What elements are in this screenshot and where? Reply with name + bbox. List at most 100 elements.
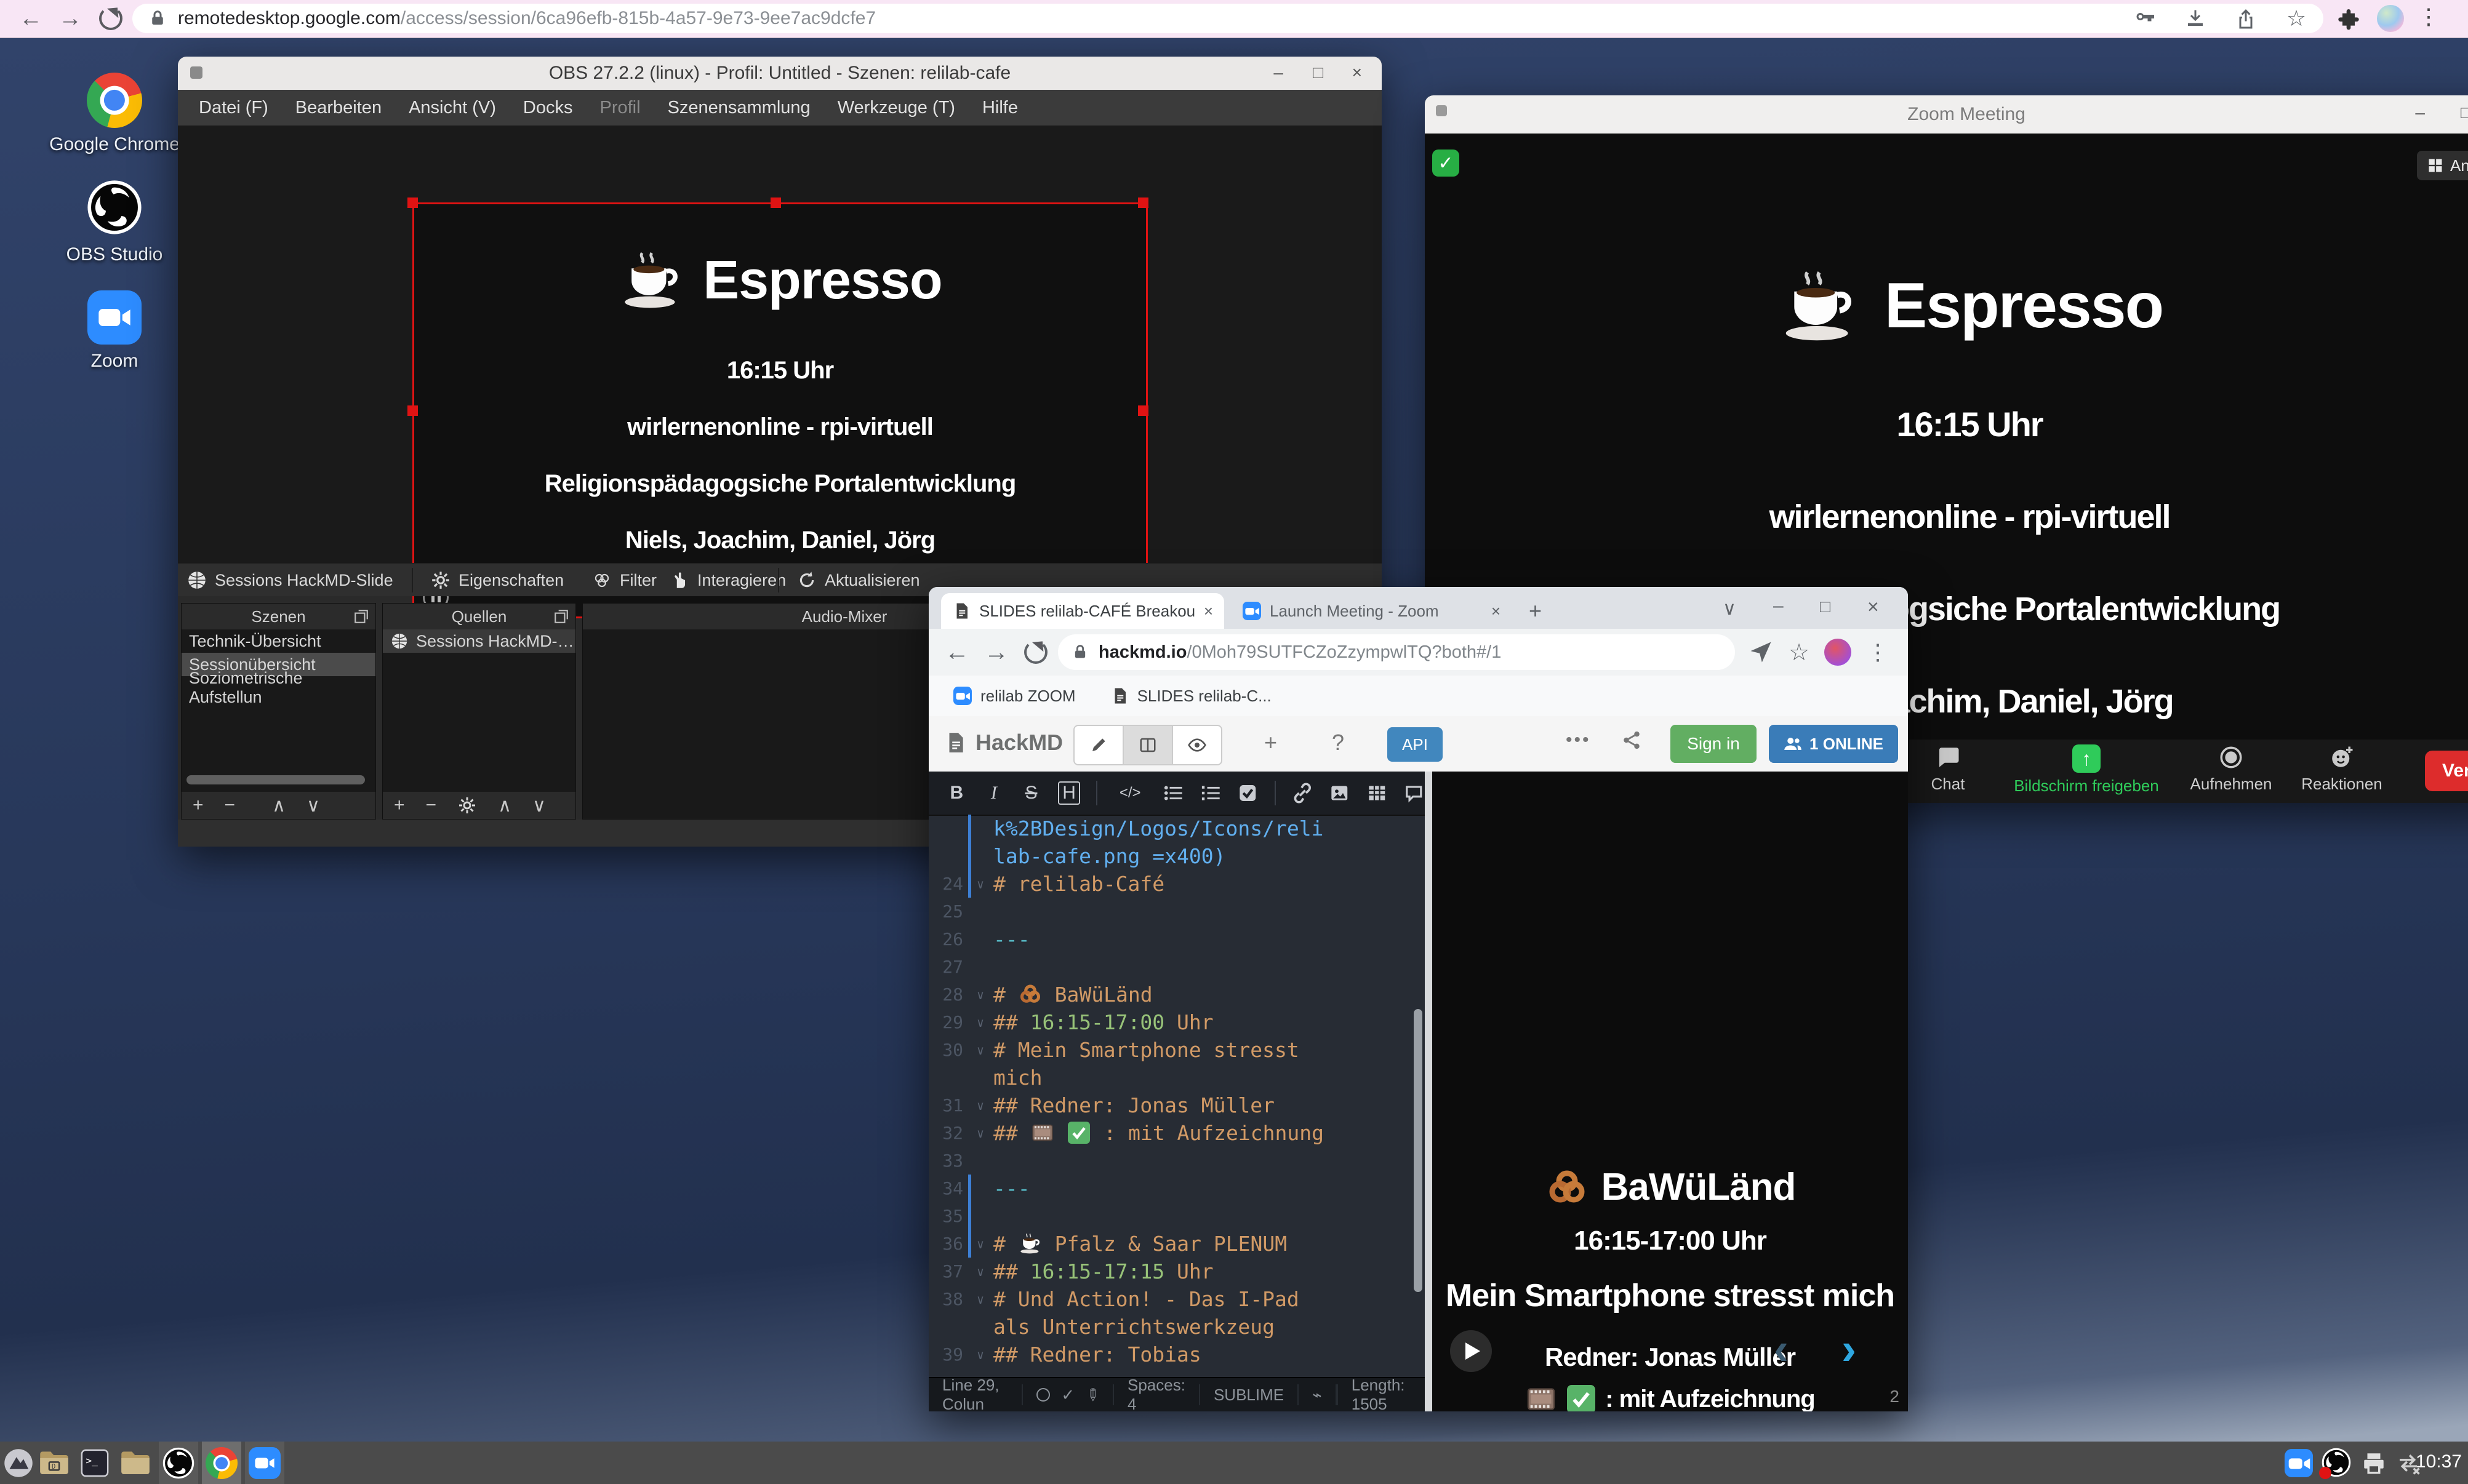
back-icon[interactable]: ← <box>17 5 44 32</box>
leave-meeting-button[interactable]: Verlassen <box>2425 751 2468 791</box>
menu-hilfe[interactable]: Hilfe <box>982 98 1018 118</box>
editor-line[interactable]: 24∨# relilab-Café <box>929 870 1425 898</box>
fold-chevron-icon[interactable]: ∨ <box>971 1347 990 1362</box>
tray-zoom-icon[interactable] <box>2285 1449 2313 1477</box>
remove-source-icon[interactable]: − <box>426 795 437 816</box>
next-slide-icon[interactable]: › <box>1841 1324 1856 1374</box>
editor-line[interactable]: 28∨# BaWüLänd <box>929 981 1425 1008</box>
menu-docks[interactable]: Docks <box>523 98 573 118</box>
move-up-icon[interactable]: ∧ <box>498 795 511 816</box>
reload-icon[interactable] <box>1022 639 1049 666</box>
editor-line[interactable]: 38∨# Und Action! - Das I-Pad <box>929 1285 1425 1313</box>
api-button[interactable]: API <box>1387 727 1443 762</box>
check-icon[interactable]: ✓ <box>1061 1386 1075 1405</box>
help-icon[interactable]: ? <box>1332 730 1344 756</box>
new-note-icon[interactable]: + <box>1264 730 1277 756</box>
forward-icon[interactable]: → <box>983 639 1010 666</box>
fold-chevron-icon[interactable]: ∨ <box>971 987 990 1002</box>
brush-icon[interactable]: ✎ <box>1081 1383 1104 1406</box>
image-icon[interactable] <box>1329 782 1350 804</box>
bold-button[interactable]: B <box>946 782 968 804</box>
settings-wrench-icon[interactable]: ⌁ <box>1299 1384 1337 1405</box>
horizontal-scrollbar[interactable] <box>186 775 365 784</box>
close-tab-icon[interactable]: × <box>1204 602 1213 621</box>
editor-line[interactable]: 36∨# Pfalz & Saar PLENUM <box>929 1230 1425 1258</box>
view-mode-button[interactable] <box>1172 725 1222 765</box>
play-button[interactable] <box>1450 1330 1492 1372</box>
browser-menu-icon[interactable]: ⋮ <box>1864 639 1891 666</box>
scene-item[interactable]: Technik-Übersicht <box>182 629 375 653</box>
bookmark-star-icon[interactable]: ☆ <box>2285 7 2307 30</box>
security-shield-icon[interactable]: ✓ <box>1432 150 1459 177</box>
popout-icon[interactable] <box>553 608 569 624</box>
move-up-icon[interactable]: ∧ <box>272 795 286 816</box>
selection-handle[interactable] <box>1138 405 1148 416</box>
spaces-setting[interactable]: Spaces: 4 <box>1114 1384 1200 1405</box>
browser-menu-icon[interactable]: ⋮ <box>2418 4 2440 30</box>
edit-mode-button[interactable] <box>1073 725 1124 765</box>
menu-bearbeiten[interactable]: Bearbeiten <box>295 98 382 118</box>
selection-handle[interactable] <box>407 405 418 416</box>
selection-handle[interactable] <box>771 197 781 208</box>
desktop-icon-google-chrome[interactable]: Google Chrome <box>34 73 194 155</box>
source-item-selected[interactable]: Sessions HackMD-Slid <box>383 629 575 653</box>
selection-handle[interactable] <box>407 197 418 208</box>
link-icon[interactable] <box>1292 782 1313 804</box>
taskbar-zoom-icon[interactable] <box>249 1447 281 1479</box>
reload-icon[interactable] <box>97 5 124 32</box>
taskbar-files-icon[interactable] <box>119 1447 151 1479</box>
menu-szenensammlung[interactable]: Szenensammlung <box>668 98 811 118</box>
address-bar[interactable]: remotedesktop.google.com/access/session/… <box>132 4 2323 33</box>
address-bar[interactable]: hackmd.io/0Moh79SUTFCZoZzympwlTQ?both#/1 <box>1058 634 1735 670</box>
editor-line[interactable]: 26--- <box>929 925 1425 953</box>
editor-line[interactable]: als Unterrichtswerkzeug <box>929 1313 1425 1341</box>
minimize-icon[interactable]: – <box>1273 63 1283 82</box>
extensions-puzzle-icon[interactable] <box>2336 6 2361 31</box>
obs-slide-source[interactable]: Espresso 16:15 Uhr wirlernenonline - rpi… <box>412 202 1148 618</box>
editor-line[interactable]: 34--- <box>929 1175 1425 1202</box>
prev-slide-icon[interactable]: ‹ <box>1774 1324 1789 1374</box>
source-properties-gear-icon[interactable] <box>457 796 477 815</box>
hackmd-logo[interactable]: HackMD <box>944 730 1063 756</box>
new-tab-icon[interactable]: + <box>1529 598 1542 624</box>
menu-werkzeuge[interactable]: Werkzeuge (T) <box>838 98 955 118</box>
interact-button[interactable]: Interagieren <box>669 564 786 596</box>
bookmark-slides-relilab[interactable]: SLIDES relilab-C... <box>1110 687 1272 706</box>
editor-line[interactable]: 30∨# Mein Smartphone stresst <box>929 1036 1425 1064</box>
editor-line[interactable]: 27 <box>929 953 1425 981</box>
taskbar-screenshot-folder-icon[interactable]: D <box>38 1447 70 1479</box>
tab-slides-hackmd[interactable]: SLIDES relilab-CAFÉ Breakou × <box>941 593 1224 629</box>
close-icon[interactable]: × <box>1352 63 1362 82</box>
remove-scene-icon[interactable]: − <box>225 795 236 816</box>
menu-ansicht[interactable]: Ansicht (V) <box>409 98 496 118</box>
add-source-icon[interactable]: + <box>394 795 405 816</box>
fold-chevron-icon[interactable]: ∨ <box>971 1237 990 1251</box>
editor-line[interactable]: 33 <box>929 1147 1425 1175</box>
fold-chevron-icon[interactable]: ∨ <box>971 877 990 892</box>
pane-divider[interactable] <box>1425 772 1432 1411</box>
profile-avatar[interactable] <box>2377 5 2404 32</box>
menu-datei[interactable]: Datei (F) <box>199 98 268 118</box>
split-mode-button[interactable] <box>1123 725 1173 765</box>
taskbar-chrome-icon[interactable] <box>206 1447 238 1479</box>
online-users-button[interactable]: 1 ONLINE <box>1769 725 1898 763</box>
maximize-icon[interactable]: □ <box>1820 597 1830 616</box>
fold-chevron-icon[interactable]: ∨ <box>971 1015 990 1030</box>
share-icon[interactable] <box>1621 730 1642 751</box>
fold-chevron-icon[interactable]: ∨ <box>971 1043 990 1058</box>
menu-profil[interactable]: Profil <box>599 98 640 118</box>
code-button[interactable]: </> <box>1113 782 1147 804</box>
popout-icon[interactable] <box>353 608 369 624</box>
italic-button[interactable]: I <box>984 782 1005 804</box>
editor-line[interactable]: k%2BDesign/Logos/Icons/reli <box>929 815 1425 842</box>
desktop-icon-zoom[interactable]: Zoom <box>34 290 194 372</box>
keymap-mode[interactable]: SUBLIME <box>1200 1384 1299 1405</box>
filter-button[interactable]: Filter <box>591 564 657 596</box>
editor-line[interactable]: 29∨## 16:15-17:00 Uhr <box>929 1008 1425 1036</box>
indicator-dot-icon[interactable] <box>1036 1388 1050 1402</box>
share-icon[interactable] <box>2235 7 2257 30</box>
selection-handle[interactable] <box>1138 197 1148 208</box>
tab-search-chevron-icon[interactable]: ∨ <box>1723 598 1736 620</box>
reactions-button[interactable]: Reaktionen <box>2262 744 2422 794</box>
editor-line[interactable]: 32∨## : mit Aufzeichnung <box>929 1119 1425 1147</box>
